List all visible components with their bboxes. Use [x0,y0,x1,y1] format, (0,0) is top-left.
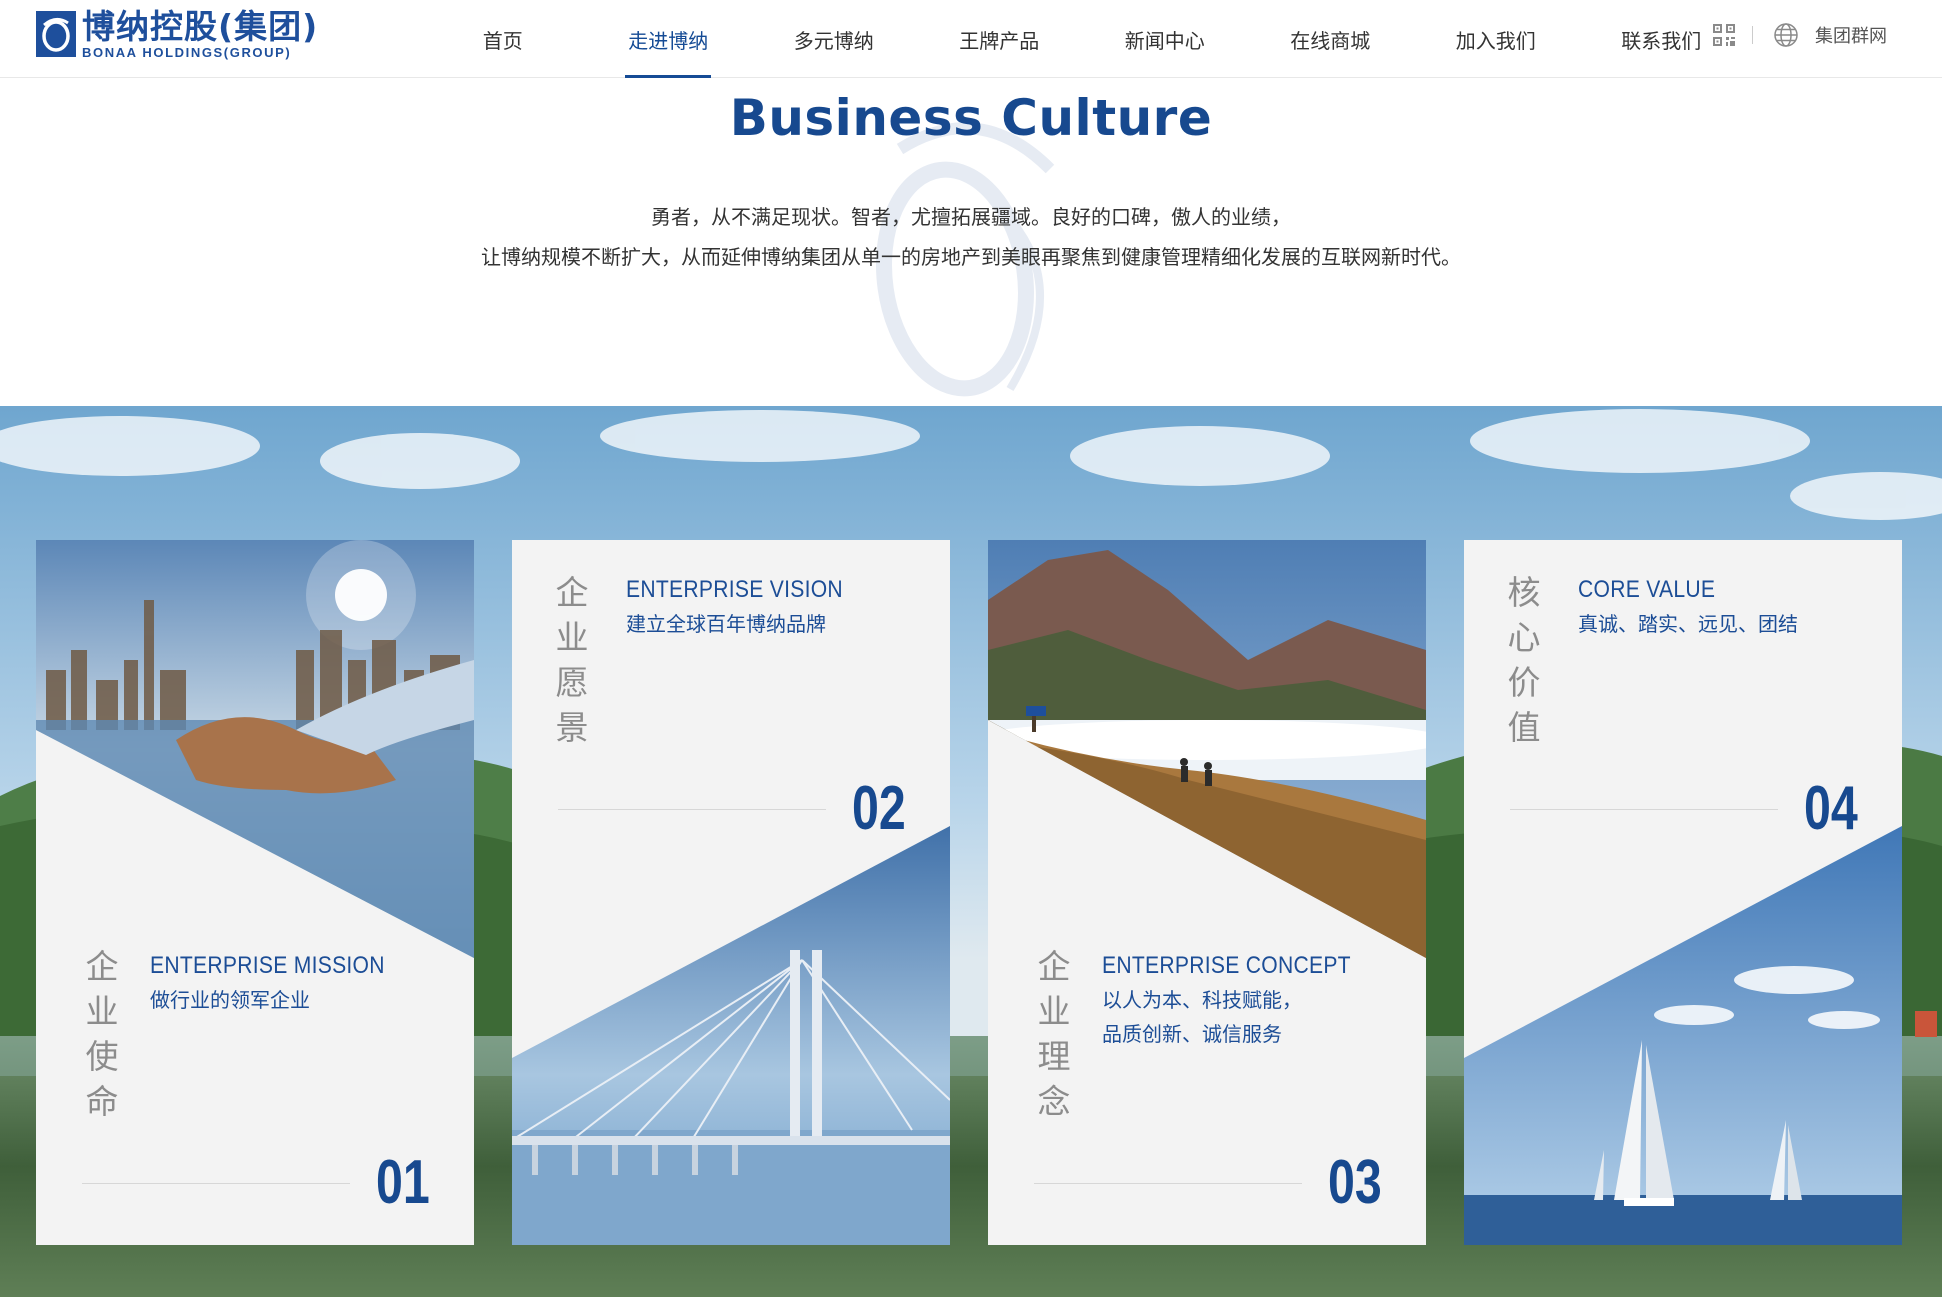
header-tools: 集团群网 [1712,0,1887,70]
card-cn-text: 企业理念 [1037,947,1071,1121]
globe-icon[interactable] [1773,22,1799,48]
section-title: Business Culture [729,89,1213,147]
card-description-line: 真诚、踏实、远见、团结 [1578,612,1798,636]
main-nav: 首页 走进博纳 多元博纳 王牌产品 新闻中心 在线商城 加入我们 联系我们 [420,0,1744,78]
intro-line-2: 让博纳规模不断扩大，从而延伸博纳集团从单一的房地产到美眼再聚焦到健康管理精细化发… [481,245,1461,269]
culture-card-mission[interactable]: 企业使命 ENTERPRISE MISSION 做行业的领军企业 01 [36,540,474,1245]
card-divider [558,809,826,810]
card-number: 01 [376,1148,430,1217]
culture-card-concept[interactable]: 企业理念 ENTERPRISE CONCEPT 以人为本、科技赋能， 品质创新、… [988,540,1426,1245]
group-sites-link[interactable]: 集团群网 [1815,22,1887,48]
card-cn-label: 企业理念 [1034,944,1074,1124]
nav-item-about[interactable]: 走进博纳 [586,0,752,78]
card-divider [82,1183,350,1184]
card-description: 做行业的领军企业 [150,983,310,1017]
nav-item-products[interactable]: 王牌产品 [917,0,1083,78]
nav-item-business[interactable]: 多元博纳 [751,0,917,78]
card-description-line: 以人为本、科技赋能， [1102,988,1302,1012]
mountain-hikers-image [988,540,1426,958]
intro-line-1: 勇者，从不满足现状。智者，尤擅拓展疆域。良好的口碑，傲人的业绩， [651,205,1291,229]
culture-cards-section: 企业使命 ENTERPRISE MISSION 做行业的领军企业 01 企业愿景… [0,406,1942,1297]
card-en-title: ENTERPRISE MISSION [150,952,385,979]
card-description: 以人为本、科技赋能， 品质创新、诚信服务 [1102,983,1302,1051]
culture-card-vision[interactable]: 企业愿景 ENTERPRISE VISION 建立全球百年博纳品牌 02 [512,540,950,1245]
card-description-line: 做行业的领军企业 [150,988,310,1012]
card-cn-text: 企业使命 [85,947,119,1121]
tools-divider [1752,26,1753,44]
nav-item-join[interactable]: 加入我们 [1413,0,1579,78]
nav-item-home[interactable]: 首页 [420,0,586,78]
logo-mark-icon [36,11,76,57]
card-description: 建立全球百年博纳品牌 [626,607,826,641]
culture-intro: 勇者，从不满足现状。智者，尤擅拓展疆域。良好的口碑，傲人的业绩， 让博纳规模不断… [0,197,1942,277]
card-divider [1510,809,1778,810]
handshake-city-image [36,540,474,958]
card-cn-text: 核心价值 [1507,573,1541,747]
logo[interactable]: 博纳控股(集团) BONAA HOLDINGS(GROUP) [36,8,318,60]
site-header: 博纳控股(集团) BONAA HOLDINGS(GROUP) 首页 走进博纳 多… [0,0,1942,78]
card-cn-label: 核心价值 [1504,570,1544,750]
qr-code-icon[interactable] [1712,23,1736,47]
card-number: 02 [852,774,906,843]
card-number: 04 [1804,774,1858,843]
card-cn-label: 企业愿景 [552,570,592,750]
card-description-line: 品质创新、诚信服务 [1102,1022,1282,1046]
logo-name-cn: 博纳控股(集团) [82,6,319,46]
nav-item-mall[interactable]: 在线商城 [1248,0,1414,78]
card-number: 03 [1328,1148,1382,1217]
business-culture-section: Business Culture 勇者，从不满足现状。智者，尤擅拓展疆域。良好的… [0,79,1942,406]
nav-item-news[interactable]: 新闻中心 [1082,0,1248,78]
card-en-title: ENTERPRISE CONCEPT [1102,952,1351,979]
card-cn-text: 企业愿景 [555,573,589,747]
card-divider [1034,1183,1302,1184]
card-description: 真诚、踏实、远见、团结 [1578,607,1798,641]
card-en-title: CORE VALUE [1578,576,1716,603]
culture-card-core-value[interactable]: 核心价值 CORE VALUE 真诚、踏实、远见、团结 04 [1464,540,1902,1245]
card-en-title: ENTERPRISE VISION [626,576,843,603]
card-description-line: 建立全球百年博纳品牌 [626,612,826,636]
card-cn-label: 企业使命 [82,944,122,1124]
logo-name-en: BONAA HOLDINGS(GROUP) [82,44,292,60]
